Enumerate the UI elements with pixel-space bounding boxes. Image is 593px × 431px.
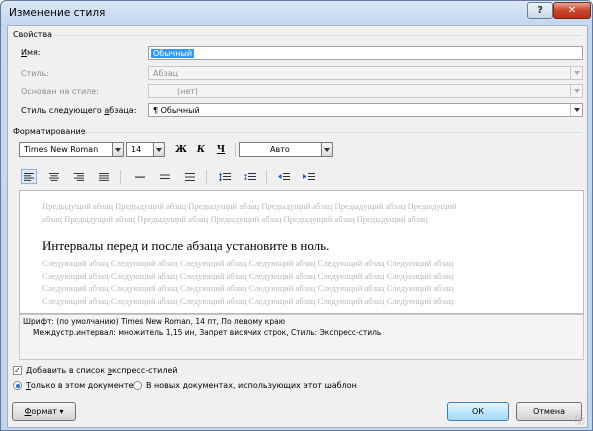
cancel-button[interactable]: Отмена: [516, 402, 582, 421]
based-on-select: (нет): [148, 84, 583, 98]
style-type-select: Абзац: [148, 66, 583, 80]
align-justify-icon[interactable]: [96, 169, 112, 184]
chevron-down-icon[interactable]: [153, 143, 164, 156]
ok-button[interactable]: ОК: [447, 402, 509, 421]
font-size-select[interactable]: 14: [126, 142, 165, 157]
name-label: Имя:: [21, 48, 41, 57]
dialog-body: Свойства Имя: Обычный Стиль: Абзац Основ…: [7, 25, 588, 428]
section-divider: [54, 35, 582, 36]
toolbar-separator: [266, 170, 267, 184]
chevron-down-icon: [570, 67, 582, 79]
align-center-icon[interactable]: [46, 169, 62, 184]
align-right-icon[interactable]: [71, 169, 87, 184]
chevron-down-icon[interactable]: [321, 143, 332, 156]
new-documents-label: В новых документах, использующих этот ша…: [146, 381, 357, 390]
format-menu-button[interactable]: Формат ▾: [12, 402, 76, 421]
preview-previous-paragraph: Предыдущий абзац Предыдущий абзац Предыд…: [42, 201, 457, 224]
italic-button[interactable]: К: [194, 143, 208, 157]
single-spacing-icon[interactable]: [132, 169, 148, 184]
style-type-label: Стиль:: [21, 69, 49, 78]
description-line-2: Междустр.интервал: множитель 1,15 ин, За…: [33, 328, 382, 337]
font-color-select[interactable]: Авто: [239, 142, 333, 157]
properties-section-title: Свойства: [13, 30, 53, 39]
style-description: Шрифт: (по умолчанию) Times New Roman, 1…: [19, 314, 584, 360]
only-this-document-radio[interactable]: [13, 381, 22, 390]
add-to-quick-styles-checkbox[interactable]: ✓: [13, 366, 22, 375]
based-on-label: Основан на стиле:: [21, 87, 99, 96]
based-on-value: (нет): [177, 87, 199, 96]
resize-grip-icon[interactable]: [575, 415, 585, 425]
style-preview: Предыдущий абзац Предыдущий абзац Предыд…: [19, 190, 584, 314]
preview-next-paragraph: Следующий абзац Следующий абзац Следующи…: [42, 258, 454, 306]
one-half-spacing-icon[interactable]: [157, 169, 173, 184]
font-name-value: Times New Roman: [24, 145, 99, 154]
font-name-select[interactable]: Times New Roman: [19, 142, 124, 157]
new-documents-radio[interactable]: [133, 381, 142, 390]
dialog-title: Изменение стиля: [9, 7, 106, 19]
next-style-value: ¶ Обычный: [153, 106, 200, 115]
section-divider: [80, 132, 582, 133]
toolbar-separator: [206, 170, 207, 184]
style-type-value: Абзац: [153, 69, 179, 78]
underline-button[interactable]: Ч: [214, 143, 228, 157]
name-input[interactable]: Обычный: [148, 46, 583, 60]
description-line-1: Шрифт: (по умолчанию) Times New Roman, 1…: [23, 317, 286, 326]
font-color-value: Авто: [270, 145, 290, 154]
title-bar: Изменение стиля ? ✕: [1, 1, 592, 25]
close-button[interactable]: ✕: [553, 2, 591, 19]
preview-sample-text: Интервалы перед и после абзаца установит…: [42, 238, 330, 253]
modify-style-dialog: Изменение стиля ? ✕ Свойства Имя: Обычны…: [0, 0, 593, 431]
space-after-icon[interactable]: [242, 169, 258, 184]
font-size-value: 14: [131, 145, 142, 154]
space-before-icon[interactable]: [217, 169, 233, 184]
next-style-label: Стиль следующего абзаца:: [21, 106, 137, 115]
chevron-down-icon: [570, 85, 582, 97]
bold-button[interactable]: Ж: [174, 143, 188, 157]
next-style-select[interactable]: ¶ Обычный: [148, 103, 583, 117]
increase-indent-icon[interactable]: [301, 169, 317, 184]
chevron-down-icon[interactable]: [570, 104, 582, 116]
toolbar-separator: [235, 143, 236, 157]
add-to-quick-styles-label: Добавить в список экспресс-стилей: [26, 366, 178, 375]
name-input-value: Обычный: [151, 49, 195, 58]
align-left-icon[interactable]: [21, 169, 37, 184]
toolbar-separator: [120, 170, 121, 184]
double-spacing-icon[interactable]: [182, 169, 198, 184]
decrease-indent-icon[interactable]: [276, 169, 292, 184]
formatting-section-title: Форматирование: [13, 127, 86, 136]
chevron-down-icon[interactable]: [112, 143, 123, 156]
only-this-document-label: Только в этом документе: [26, 381, 134, 390]
help-button[interactable]: ?: [527, 2, 553, 19]
